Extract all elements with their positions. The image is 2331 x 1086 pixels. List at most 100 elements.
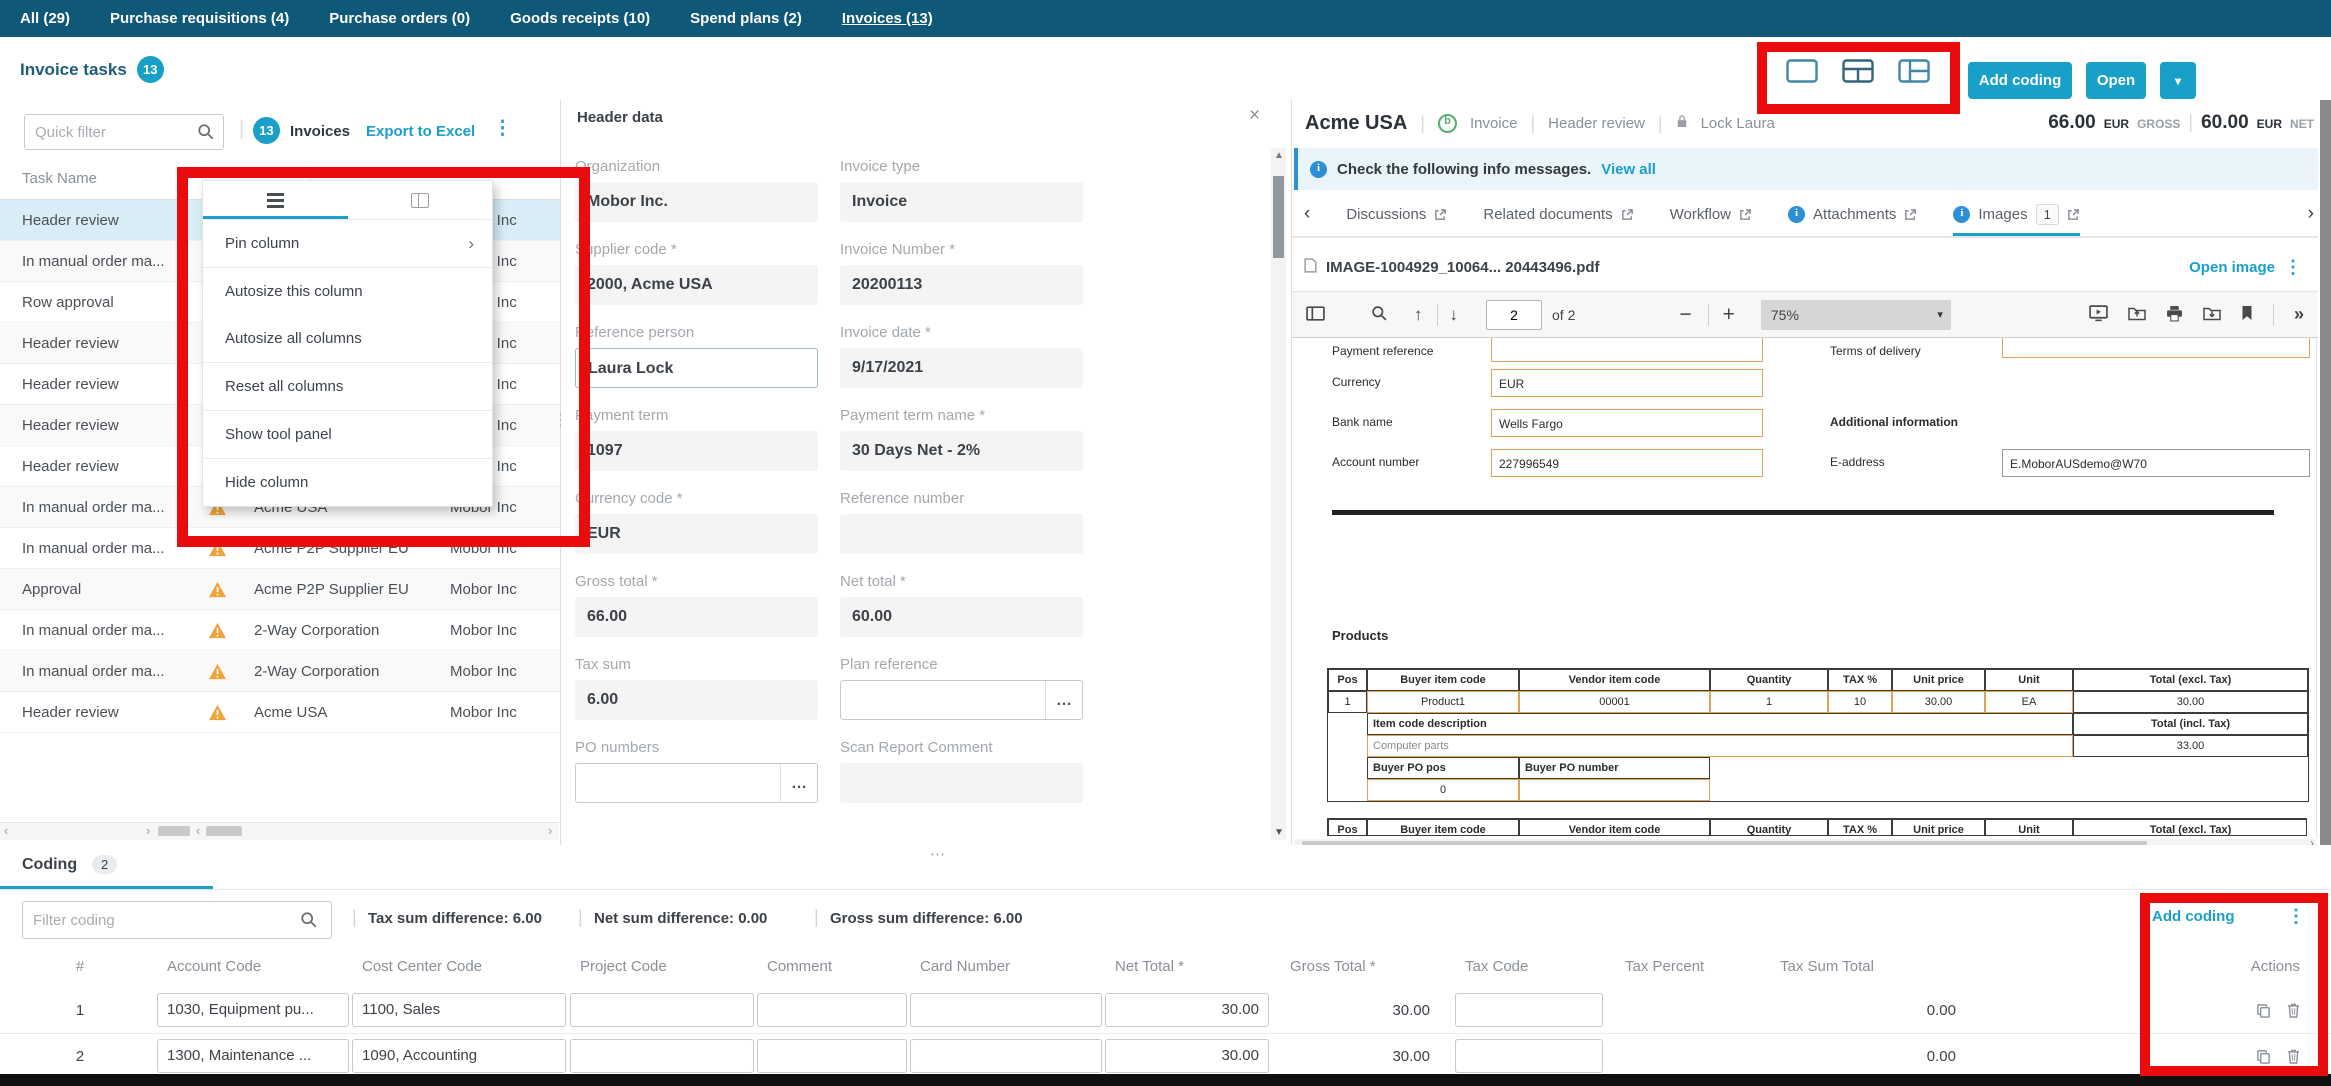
menu-item-pin-column[interactable]: Pin column› [203,220,492,267]
scroll-up-icon[interactable]: ▲ [1274,150,1284,161]
menu-tab-general[interactable] [203,181,348,219]
reference-number-field[interactable] [840,514,1083,554]
task-row[interactable]: Header reviewAcme USAMobor Inc [0,692,560,733]
invoice-type-field[interactable]: Invoice [840,182,1083,222]
tab-workflow[interactable]: Workflow [1670,192,1752,236]
nav-purchase-requisitions[interactable]: Purchase requisitions (4) [110,10,289,27]
account-code-field[interactable]: 1300, Maintenance ... [157,1039,349,1073]
scroll-left-icon[interactable]: ‹ [196,823,200,839]
payment-term-field[interactable]: 1097 [575,431,818,471]
net-total-field[interactable]: 60.00 [840,597,1083,637]
task-row[interactable]: In manual order ma...2-Way CorporationMo… [0,651,560,692]
sidebar-toggle-icon[interactable] [1306,306,1325,324]
tax-sum-field[interactable]: 6.00 [575,680,818,720]
next-page-icon[interactable]: ↓ [1450,305,1459,325]
open-image-link[interactable]: Open image [2189,259,2275,276]
menu-item-show-tool-panel[interactable]: Show tool panel [203,411,492,458]
task-row[interactable]: In manual order ma...Acme P2P Supplier E… [0,528,560,569]
image-menu-kebab-icon[interactable]: ⋮ [2284,257,2302,278]
lookup-ellipsis-icon[interactable] [1045,681,1082,719]
filter-coding-input[interactable] [22,901,332,939]
task-row[interactable]: ApprovalAcme P2P Supplier EUMobor Inc [0,569,560,610]
supplier-code-field[interactable]: 2000, Acme USA [575,265,818,305]
zoom-out-icon[interactable]: − [1679,303,1691,327]
menu-item-reset-all-columns[interactable]: Reset all columns [203,363,492,410]
net-total-field[interactable]: 30.00 [1105,1039,1269,1073]
tax-code-field[interactable] [1455,1039,1603,1073]
tab-attachments[interactable]: Attachments [1788,192,1917,236]
quick-filter-input[interactable] [24,114,224,150]
project-code-field[interactable] [570,993,754,1027]
copy-row-icon[interactable] [2256,1003,2271,1018]
tabs-scroll-left-icon[interactable]: ‹ [1304,192,1310,236]
nav-goods-receipts[interactable]: Goods receipts (10) [510,10,650,27]
copy-row-icon[interactable] [2256,1049,2271,1064]
tab-coding[interactable]: Coding [22,856,77,874]
scroll-down-icon[interactable]: ▼ [1274,827,1284,838]
payment-term-name-field[interactable]: 30 Days Net - 2% [840,431,1083,471]
lookup-ellipsis-icon[interactable] [780,764,817,802]
cost-center-code-field[interactable]: 1100, Sales [352,993,566,1027]
delete-row-icon[interactable] [2287,1049,2300,1064]
menu-item-autosize-all-columns[interactable]: Autosize all columns [203,315,492,362]
zoom-select[interactable]: 75%▾ [1761,300,1951,330]
open-dropdown-button[interactable]: ▾ [2160,62,2196,99]
download-icon[interactable] [2203,306,2221,324]
nav-invoices[interactable]: Invoices (13) [842,10,933,27]
currency-code-field[interactable]: EUR [575,514,818,554]
card-number-field[interactable] [910,1039,1102,1073]
scrollbar-thumb[interactable] [1273,176,1284,258]
close-icon[interactable]: × [1249,105,1260,127]
pdf-page[interactable]: Payment reference Terms of delivery Curr… [1294,338,2317,838]
add-coding-link[interactable]: Add coding [2152,908,2235,925]
layout-split-horizontal-icon[interactable] [1842,59,1874,83]
net-total-field[interactable]: 30.00 [1105,993,1269,1027]
open-file-icon[interactable] [2128,306,2146,324]
invoice-date-field[interactable]: 9/17/2021 [840,348,1083,388]
zoom-in-icon[interactable]: + [1723,303,1735,327]
horizontal-scrollbar[interactable]: ‹ › ‹ › [0,822,559,840]
scroll-left-icon[interactable]: ‹ [4,823,8,839]
reference-person-field[interactable]: Laura Lock [575,348,818,388]
bookmark-icon[interactable] [2241,305,2253,324]
presentation-mode-icon[interactable] [2089,305,2108,325]
print-icon[interactable] [2166,305,2183,325]
open-button[interactable]: Open [2086,62,2146,99]
previous-page-icon[interactable]: ↑ [1414,305,1423,325]
vertical-scrollbar[interactable] [2320,100,2331,845]
vertical-scrollbar[interactable]: ▲ ▼ [1271,148,1286,840]
task-row[interactable]: In manual order ma...2-Way CorporationMo… [0,610,560,651]
menu-tab-columns[interactable] [348,181,493,219]
tax-code-field[interactable] [1455,993,1603,1027]
column-header-task-name[interactable]: Task Name [22,170,97,187]
plan-reference-field[interactable] [840,680,1083,720]
menu-item-hide-column[interactable]: Hide column [203,459,492,506]
page-number-input[interactable] [1486,300,1542,330]
gross-total-field[interactable]: 66.00 [575,597,818,637]
comment-field[interactable] [757,1039,907,1073]
tab-images[interactable]: Images1 [1953,192,2079,236]
coding-menu-kebab-icon[interactable]: ⋮ [2287,906,2305,927]
find-icon[interactable] [1371,305,1388,325]
scan-report-comment-field[interactable] [840,763,1083,803]
account-code-field[interactable]: 1030, Equipment pu... [157,993,349,1027]
organization-field[interactable]: Mobor Inc. [575,182,818,222]
comment-field[interactable] [757,993,907,1027]
nav-spend-plans[interactable]: Spend plans (2) [690,10,802,27]
delete-row-icon[interactable] [2287,1003,2300,1018]
tab-related-documents[interactable]: Related documents [1483,192,1633,236]
cost-center-code-field[interactable]: 1090, Accounting [352,1039,566,1073]
section-resize-handle[interactable]: ⋯ [930,845,947,863]
scroll-right-icon[interactable]: › [548,823,552,839]
scrollbar-thumb[interactable] [158,826,190,836]
nav-all[interactable]: All (29) [20,10,70,27]
view-all-link[interactable]: View all [1601,161,1656,178]
po-numbers-field[interactable] [575,763,818,803]
scroll-right-icon[interactable]: › [146,823,150,839]
menu-item-autosize-this-column[interactable]: Autosize this column [203,268,492,315]
tab-discussions[interactable]: Discussions [1346,192,1447,236]
more-tools-icon[interactable]: » [2294,304,2304,325]
layout-single-icon[interactable] [1786,59,1818,83]
scrollbar-thumb[interactable] [206,826,242,836]
add-coding-button[interactable]: Add coding [1968,62,2072,99]
